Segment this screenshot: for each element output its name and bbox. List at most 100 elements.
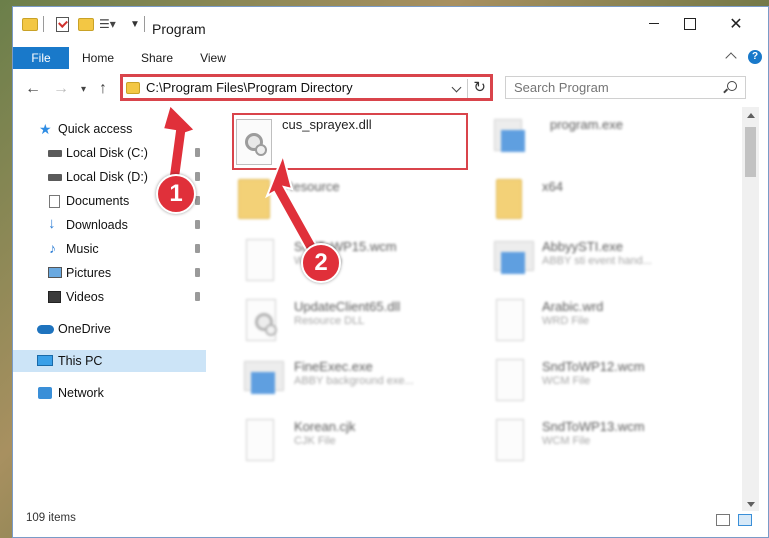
properties-icon[interactable] xyxy=(56,15,69,33)
tab-file[interactable]: File xyxy=(13,47,69,69)
address-path[interactable]: C:\Program Files\Program Directory xyxy=(146,80,353,95)
file-name: SndToWP13.wcm xyxy=(542,419,645,434)
sidebar-item-label: Local Disk (C:) xyxy=(66,146,148,160)
exe-file-icon xyxy=(494,241,534,274)
folder-icon xyxy=(22,15,38,33)
sidebar-item-onedrive[interactable]: OneDrive xyxy=(13,318,206,340)
videos-icon xyxy=(48,291,61,303)
details-view-icon[interactable] xyxy=(716,514,730,526)
folder-icon xyxy=(238,179,270,219)
explorer-window: ☰▾ ▼ Program ✕ File Home Share View ? ← … xyxy=(12,6,769,538)
file-item[interactable]: FineExec.exe ABBY background exe... xyxy=(232,353,472,411)
file-item[interactable]: SndToWP13.wcm WCM File xyxy=(482,413,722,471)
sidebar-item-music[interactable]: ♪ Music xyxy=(13,238,206,260)
tab-share[interactable]: Share xyxy=(135,47,179,69)
search-input[interactable] xyxy=(514,77,714,98)
status-item-count: 109 items xyxy=(26,512,76,524)
file-item[interactable]: AbbyySTI.exe ABBY sti event hand... xyxy=(482,233,722,291)
pin-icon[interactable] xyxy=(195,148,200,157)
qat-dropdown-icon[interactable]: ▼ xyxy=(130,15,140,33)
sidebar-item-local-disk-c[interactable]: Local Disk (C:) xyxy=(13,142,206,164)
file-item[interactable]: SndToWP12.wcm WCM File xyxy=(482,353,722,411)
pin-icon[interactable] xyxy=(195,196,200,205)
refresh-icon[interactable]: ↻ xyxy=(473,78,486,96)
file-type: ABBY background exe... xyxy=(294,375,414,387)
file-type: WCM File xyxy=(542,375,591,387)
file-type: Resource DLL xyxy=(294,315,365,327)
file-item[interactable]: Resource xyxy=(232,173,472,231)
file-type: CJK File xyxy=(294,435,336,447)
tab-view[interactable]: View xyxy=(191,47,235,69)
pin-icon[interactable] xyxy=(195,292,200,301)
divider xyxy=(43,15,44,33)
sidebar-item-this-pc[interactable]: This PC xyxy=(13,350,206,372)
title-bar: ☰▾ ▼ Program ✕ xyxy=(13,7,768,40)
folder-icon xyxy=(126,81,140,94)
drive-icon xyxy=(48,174,62,181)
cloud-icon xyxy=(37,325,54,334)
computer-icon xyxy=(37,355,53,366)
vertical-scrollbar[interactable] xyxy=(742,107,759,511)
highlight-box xyxy=(232,113,468,170)
documents-icon xyxy=(49,195,60,208)
scroll-down-icon[interactable] xyxy=(747,502,755,507)
divider xyxy=(144,15,145,33)
document-icon xyxy=(246,419,274,461)
pin-icon[interactable] xyxy=(195,172,200,181)
step-1-badge: 1 xyxy=(156,174,196,214)
help-icon[interactable]: ? xyxy=(748,50,762,64)
file-name: program.exe xyxy=(550,117,623,132)
pin-icon[interactable] xyxy=(195,268,200,277)
recent-locations-icon[interactable]: ▾ xyxy=(81,84,86,95)
file-name: x64 xyxy=(542,179,563,194)
address-bar[interactable]: C:\Program Files\Program Directory ↻ xyxy=(120,74,493,101)
sidebar-item-label: Videos xyxy=(66,290,104,304)
tab-home[interactable]: Home xyxy=(76,47,120,69)
forward-arrow-icon[interactable]: → xyxy=(53,80,69,98)
scroll-thumb[interactable] xyxy=(745,127,756,177)
star-icon: ★ xyxy=(39,121,52,137)
close-button[interactable]: ✕ xyxy=(713,7,759,40)
sidebar-item-quick-access[interactable]: ★ Quick access xyxy=(13,118,206,140)
window-title: Program xyxy=(152,21,206,37)
sidebar-item-videos[interactable]: Videos xyxy=(13,286,206,308)
sidebar-item-label: Music xyxy=(66,242,99,256)
drive-icon xyxy=(48,150,62,157)
sidebar-item-downloads[interactable]: ↓ Downloads xyxy=(13,214,206,236)
file-type: WCM File xyxy=(542,435,591,447)
file-name: Arabic.wrd xyxy=(542,299,604,314)
file-item[interactable]: UpdateClient65.dll Resource DLL xyxy=(232,293,472,351)
file-type: WRD File xyxy=(542,315,590,327)
ribbon-tabs: File Home Share View xyxy=(13,47,768,69)
network-icon xyxy=(38,387,52,399)
sidebar-item-pictures[interactable]: Pictures xyxy=(13,262,206,284)
scroll-up-icon[interactable] xyxy=(747,113,755,118)
file-name: Korean.cjk xyxy=(294,419,356,434)
back-arrow-icon[interactable]: ← xyxy=(25,80,41,98)
sidebar-item-label: Quick access xyxy=(58,122,133,136)
file-item[interactable]: SndToWP15.wcm WCM File xyxy=(232,233,472,291)
file-name: UpdateClient65.dll xyxy=(294,299,401,314)
sidebar-item-label: Pictures xyxy=(66,266,112,280)
document-icon xyxy=(496,299,524,341)
file-item[interactable]: program.exe xyxy=(482,111,722,169)
sidebar-item-label: OneDrive xyxy=(58,322,111,336)
pin-icon[interactable] xyxy=(195,220,200,229)
up-arrow-icon[interactable]: ↑ xyxy=(99,80,107,98)
search-icon[interactable] xyxy=(727,81,737,91)
file-item[interactable]: Arabic.wrd WRD File xyxy=(482,293,722,351)
customize-toolbar-icon[interactable]: ☰▾ xyxy=(99,15,116,33)
large-icons-view-icon[interactable] xyxy=(738,514,752,526)
navigation-pane: ★ Quick access Local Disk (C:) Local Dis… xyxy=(13,111,208,511)
dll-file-icon xyxy=(246,299,277,341)
pin-icon[interactable] xyxy=(195,244,200,253)
file-item[interactable]: x64 xyxy=(482,173,722,231)
sidebar-item-label: Downloads xyxy=(66,218,128,232)
new-folder-icon[interactable] xyxy=(78,15,94,33)
sidebar-item-network[interactable]: Network xyxy=(13,382,206,404)
address-dropdown-icon[interactable] xyxy=(451,82,462,93)
file-item[interactable]: Korean.cjk CJK File xyxy=(232,413,472,471)
search-box[interactable] xyxy=(505,76,746,99)
file-list: cus_sprayex.dll program.exe Resource x64… xyxy=(232,111,742,511)
maximize-button[interactable] xyxy=(667,7,713,40)
